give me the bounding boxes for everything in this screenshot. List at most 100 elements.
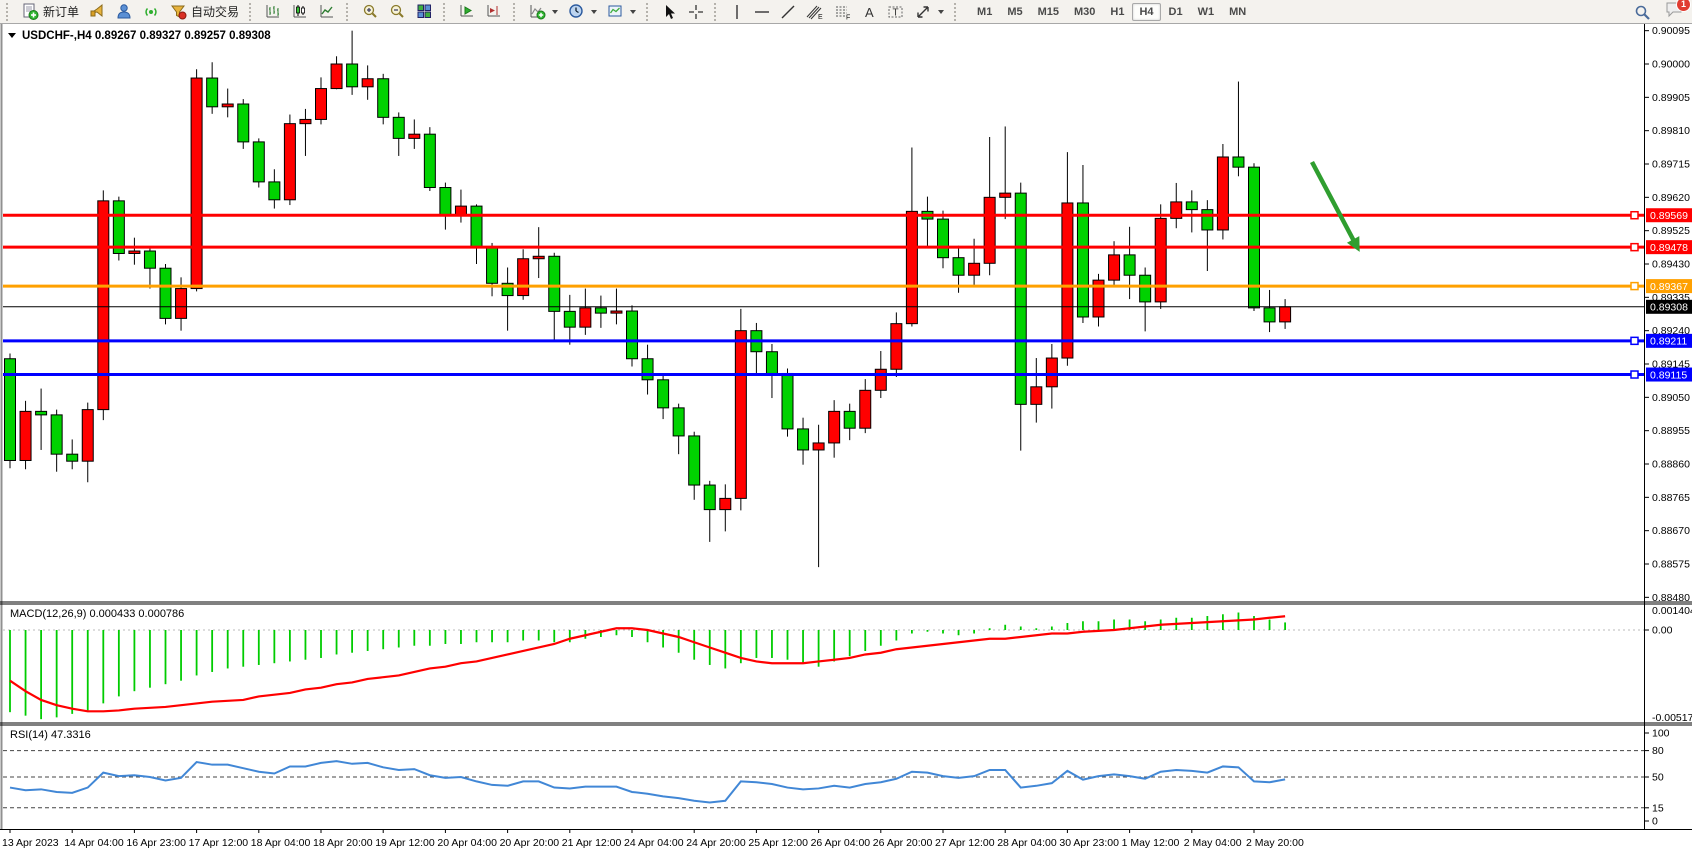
bear-candle xyxy=(627,311,638,359)
vps-button[interactable] xyxy=(112,1,137,23)
svg-text:F: F xyxy=(846,14,850,20)
svg-text:A: A xyxy=(865,5,874,20)
bear-candle xyxy=(1186,202,1197,210)
toolbar-grip xyxy=(6,3,12,21)
arrows-tool-button[interactable] xyxy=(911,1,948,23)
candle-chart-mode-button[interactable] xyxy=(288,1,313,23)
tile-windows-icon xyxy=(416,3,433,20)
time-label: 2 May 20:00 xyxy=(1246,837,1304,849)
bull-candle xyxy=(362,79,373,87)
trendline-tool-button[interactable] xyxy=(776,1,800,23)
hline-tool-button[interactable] xyxy=(750,1,774,23)
bull-candle xyxy=(875,369,886,390)
timeframe-w1-button[interactable]: W1 xyxy=(1191,3,1222,21)
horizontal-line-icon xyxy=(754,4,770,20)
time-label: 20 Apr 20:00 xyxy=(500,837,560,849)
svg-text:E: E xyxy=(818,14,823,20)
templates-button[interactable] xyxy=(603,1,640,23)
chart-window[interactable]: 0.900950.900000.899050.898100.897150.896… xyxy=(0,24,1692,855)
bear-candle xyxy=(782,373,793,428)
vline-tool-button[interactable] xyxy=(726,1,748,23)
line-chart-mode-button[interactable] xyxy=(315,1,340,23)
timeframe-d1-button[interactable]: D1 xyxy=(1162,3,1190,21)
bear-candle xyxy=(113,201,124,254)
arrows-icon xyxy=(915,4,932,20)
macd-label: MACD(12,26,9) 0.000433 0.000786 xyxy=(10,608,184,620)
bull-candle xyxy=(1046,358,1057,387)
notifications-button[interactable]: 1 xyxy=(1665,1,1684,23)
fibonacci-tool-button[interactable]: F xyxy=(830,1,856,23)
timeframe-m15-button[interactable]: M15 xyxy=(1031,3,1066,21)
bear-candle xyxy=(253,142,264,182)
timeframe-m1-button[interactable]: M1 xyxy=(970,3,999,21)
bear-candle xyxy=(1264,308,1275,322)
cursor-tool-button[interactable] xyxy=(658,1,682,23)
crosshair-tool-button[interactable] xyxy=(684,1,708,23)
bear-candle xyxy=(595,308,606,313)
sounds-button[interactable] xyxy=(85,1,110,23)
periods-button[interactable] xyxy=(564,1,601,23)
usdchf-h4-chart[interactable]: 0.900950.900000.899050.898100.897150.896… xyxy=(0,24,1692,855)
rsi-tick: 50 xyxy=(1652,772,1664,784)
bull-candle xyxy=(222,104,233,107)
bull-candle xyxy=(891,324,902,370)
toolbar-grip xyxy=(443,3,449,21)
chart-shift-button[interactable] xyxy=(482,1,507,23)
time-label: 19 Apr 12:00 xyxy=(375,837,435,849)
bear-candle xyxy=(67,454,78,461)
bear-candle xyxy=(238,104,249,142)
time-label: 26 Apr 04:00 xyxy=(811,837,871,849)
bear-candle xyxy=(1202,210,1213,230)
channel-tool-button[interactable]: E xyxy=(802,1,828,23)
timeframe-mn-button[interactable]: MN xyxy=(1222,3,1253,21)
bear-candle xyxy=(487,247,498,283)
auto-trading-button[interactable]: 自动交易 xyxy=(166,1,243,23)
line-handle xyxy=(1631,283,1638,290)
timeframe-m30-button[interactable]: M30 xyxy=(1067,3,1102,21)
tile-windows-button[interactable] xyxy=(412,1,437,23)
bear-candle xyxy=(658,380,669,408)
line-chart-icon xyxy=(319,3,336,20)
bull-candle xyxy=(20,411,31,460)
bar-chart-mode-button[interactable] xyxy=(261,1,286,23)
chevron-down-icon xyxy=(938,10,944,14)
indicators-button[interactable] xyxy=(525,1,562,23)
time-label: 16 Apr 23:00 xyxy=(126,837,186,849)
signals-button[interactable] xyxy=(139,1,164,23)
bear-candle xyxy=(144,251,155,268)
bull-candle xyxy=(82,410,93,462)
bull-candle xyxy=(984,197,995,263)
price-tag: 0.89478 xyxy=(1650,242,1688,254)
price-tick: 0.88955 xyxy=(1652,425,1690,437)
time-label: 18 Apr 04:00 xyxy=(251,837,311,849)
auto-scroll-button[interactable] xyxy=(455,1,480,23)
timeframe-h1-button[interactable]: H1 xyxy=(1103,3,1131,21)
bear-candle xyxy=(1015,193,1026,404)
bear-candle xyxy=(393,117,404,138)
bear-candle xyxy=(207,78,218,107)
bear-candle xyxy=(36,411,47,415)
auto-trading-label: 自动交易 xyxy=(191,3,239,20)
bear-candle xyxy=(1077,203,1088,317)
new-order-button[interactable]: 新订单 xyxy=(18,1,83,23)
bear-candle xyxy=(938,219,949,258)
timeframe-m5-button[interactable]: M5 xyxy=(1000,3,1029,21)
price-tick: 0.88765 xyxy=(1652,492,1690,504)
toolbar-grip xyxy=(249,3,255,21)
timeframe-h4-button[interactable]: H4 xyxy=(1132,3,1160,21)
new-order-label: 新订单 xyxy=(43,3,79,20)
macd-tick: 0.00 xyxy=(1652,625,1673,637)
price-tag: 0.89211 xyxy=(1650,336,1687,348)
text-icon: A xyxy=(862,4,877,20)
zoom-in-button[interactable] xyxy=(358,1,383,23)
zoom-out-button[interactable] xyxy=(385,1,410,23)
trendline-icon xyxy=(780,4,796,20)
text-label-tool-button[interactable]: T xyxy=(883,1,909,23)
line-handle xyxy=(1631,212,1638,219)
bear-candle xyxy=(378,79,389,118)
zoom-out-icon xyxy=(389,3,406,20)
text-tool-button[interactable]: A xyxy=(858,1,881,23)
bear-candle xyxy=(51,415,62,454)
time-label: 17 Apr 12:00 xyxy=(189,837,249,849)
search-icon[interactable] xyxy=(1634,4,1651,21)
